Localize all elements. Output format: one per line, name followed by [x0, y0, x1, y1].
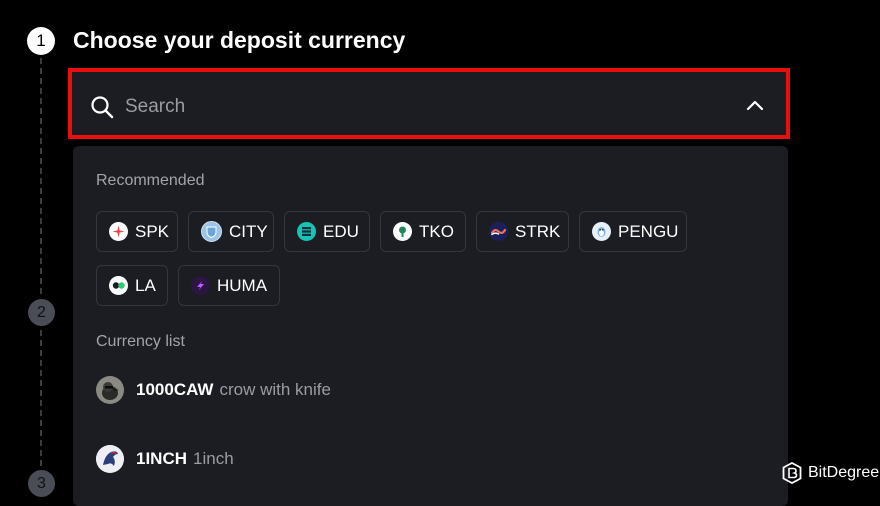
currency-dropdown: Recommended SPK CITY EDU TKO STRK PENGU …: [73, 146, 788, 506]
chip-label: CITY: [229, 221, 268, 241]
chip-label: TKO: [419, 221, 454, 241]
chip-huma[interactable]: HUMA: [178, 265, 280, 306]
chip-label: EDU: [323, 221, 359, 241]
chip-pengu[interactable]: PENGU: [579, 211, 687, 252]
list-item-1inch[interactable]: 1INCH 1inch: [96, 443, 756, 475]
chip-edu[interactable]: EDU: [284, 211, 370, 252]
spk-coin-icon: [109, 222, 128, 241]
currency-symbol: 1INCH: [136, 449, 188, 468]
currency-name: crow with knife: [219, 380, 331, 399]
chip-la[interactable]: LA: [96, 265, 168, 306]
currency-name: 1inch: [193, 449, 234, 468]
watermark-text: BitDegree: [808, 464, 880, 481]
bitdegree-watermark: BitDegree: [782, 462, 879, 484]
step-3-indicator: 3: [28, 470, 55, 497]
search-input[interactable]: [123, 92, 707, 122]
edu-coin-icon: [297, 222, 316, 241]
chip-label: HUMA: [217, 275, 268, 295]
list-item-1000caw[interactable]: 1000CAW crow with knife: [96, 374, 756, 406]
pengu-coin-icon: [592, 222, 611, 241]
la-coin-icon: [109, 276, 128, 295]
search-icon: [91, 96, 114, 119]
chip-tko[interactable]: TKO: [380, 211, 466, 252]
chip-label: STRK: [515, 221, 561, 241]
step-1-indicator: 1: [27, 27, 55, 55]
chip-label: PENGU: [618, 221, 679, 241]
step-connector: [40, 58, 42, 294]
huma-coin-icon: [191, 276, 210, 295]
tko-coin-icon: [393, 222, 412, 241]
strk-coin-icon: [489, 222, 508, 241]
step-2-indicator: 2: [28, 299, 55, 326]
chip-label: SPK: [135, 221, 170, 241]
step-connector: [40, 330, 42, 466]
city-coin-icon: [201, 221, 222, 242]
currency-symbol: 1000CAW: [136, 380, 214, 399]
chevron-up-icon[interactable]: [746, 99, 764, 111]
bitdegree-logo-icon: [782, 462, 802, 484]
currency-search-box[interactable]: [68, 68, 790, 139]
1inch-coin-icon: [96, 445, 124, 473]
step-title: Choose your deposit currency: [73, 27, 406, 53]
chip-label: LA: [135, 275, 156, 295]
chip-spk[interactable]: SPK: [96, 211, 178, 252]
chip-strk[interactable]: STRK: [476, 211, 569, 252]
crow-coin-icon: [96, 376, 124, 404]
chip-city[interactable]: CITY: [188, 211, 274, 252]
currency-list-label: Currency list: [96, 333, 185, 350]
recommended-label: Recommended: [96, 172, 205, 189]
